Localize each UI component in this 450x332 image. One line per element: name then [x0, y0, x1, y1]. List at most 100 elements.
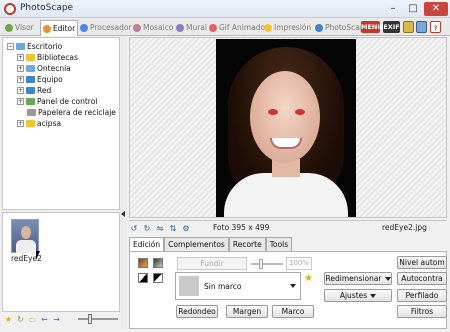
open-folder-icon[interactable]: ▭	[28, 315, 37, 324]
tab-label: Mosaico	[143, 23, 174, 32]
opacity-value[interactable]: 100%	[286, 257, 312, 270]
tree-item-equipo[interactable]: + Equipo	[17, 74, 63, 84]
expand-icon[interactable]: +	[17, 53, 24, 61]
main-tabs: Visor Editor Procesador Mosaico Mural Gi…	[0, 18, 450, 36]
tree-label: Equipo	[37, 74, 63, 84]
chevron-down-icon[interactable]	[290, 284, 296, 288]
dropdown-caret-icon	[384, 277, 391, 281]
frame-preview	[179, 276, 199, 296]
library-icon	[26, 53, 35, 61]
filtros-button[interactable]: Filtros	[397, 305, 447, 318]
expand-icon[interactable]: +	[17, 119, 24, 127]
thumbnail-face	[21, 226, 31, 239]
opacity-knob[interactable]	[259, 259, 263, 269]
expand-icon[interactable]: +	[17, 64, 24, 72]
invert-swatch-icon[interactable]	[153, 273, 163, 283]
tree-item-root[interactable]: − Escritorio	[7, 41, 62, 51]
star-icon[interactable]: ★	[4, 315, 13, 324]
flip-icon[interactable]: ⇋	[155, 224, 165, 234]
tab-editor[interactable]: Editor	[40, 20, 79, 36]
help-icon[interactable]: ?	[430, 21, 441, 33]
thumbnail-size-slider[interactable]	[78, 314, 118, 324]
fundir-button[interactable]: Fundir	[177, 257, 247, 270]
tab-impresion[interactable]: Impresión	[262, 20, 313, 35]
settings-icon[interactable]: ⚙	[181, 224, 191, 234]
tab-procesador[interactable]: Procesador	[78, 20, 134, 35]
ajustes-button[interactable]: Ajustes	[324, 289, 392, 302]
tab-mural[interactable]: Mural	[174, 20, 209, 35]
contrast-swatch-icon[interactable]	[138, 273, 148, 283]
title-bar: PhotoScape – □ ✕	[0, 0, 450, 18]
view-toolbar: ↺ ↻ ⇋ ⇅ ⚙	[129, 222, 191, 235]
slider-knob[interactable]	[88, 314, 92, 324]
tab-complementos[interactable]: Complementos	[164, 237, 229, 252]
zoom-icon[interactable]: ⇅	[168, 224, 178, 234]
thumbnail-toolbar: ★ ↻ ▭ ← →	[4, 312, 61, 326]
monitor-icon[interactable]	[416, 21, 427, 33]
gif-icon	[209, 23, 217, 32]
exif-button[interactable]: EXIF	[383, 21, 400, 33]
folder-tree[interactable]: − Escritorio + Bibliotecas + Ontecnia + …	[2, 37, 120, 210]
tree-item-panel-de-control[interactable]: + Panel de control	[17, 96, 97, 106]
folder-icon[interactable]	[403, 21, 414, 33]
margen-button[interactable]: Margen	[226, 305, 268, 318]
tree-label: Panel de control	[37, 96, 98, 106]
expand-icon[interactable]: +	[17, 75, 24, 83]
gray-swatch-icon[interactable]	[153, 258, 163, 268]
tab-tools[interactable]: Tools	[265, 237, 293, 252]
redondeo-button[interactable]: Redondeo	[176, 305, 218, 318]
tab-recorte[interactable]: Recorte	[228, 237, 266, 252]
tree-item-papelera[interactable]: Papelera de reciclaje	[27, 107, 116, 117]
tree-item-red[interactable]: + Red	[17, 85, 51, 95]
photo-shirt	[224, 173, 348, 217]
perfilado-button[interactable]: Perfilado	[397, 289, 447, 302]
network-icon	[26, 86, 35, 94]
close-button[interactable]: ✕	[424, 2, 448, 16]
back-arrow-icon[interactable]: ←	[40, 315, 49, 324]
tab-gif-animado[interactable]: Gif Animado	[207, 20, 267, 35]
mosaico-icon	[133, 23, 141, 32]
mural-icon	[176, 23, 184, 32]
tab-label: Editor	[53, 24, 76, 33]
tree-item-ontecnia[interactable]: + Ontecnia	[17, 63, 71, 73]
color-swatch-icon[interactable]	[138, 258, 148, 268]
expand-icon[interactable]: +	[17, 97, 24, 105]
tree-item-acipsa[interactable]: + acipsa	[17, 118, 61, 128]
redimensionar-label: Redimensionar	[325, 274, 382, 283]
rotate-left-icon[interactable]: ↺	[129, 224, 139, 234]
tab-label: Visor	[15, 23, 34, 32]
tree-label: Ontecnia	[37, 63, 71, 73]
opacity-slider[interactable]	[251, 259, 283, 269]
visor-icon	[5, 23, 13, 32]
frame-selector[interactable]: Sin marco	[175, 272, 301, 300]
tab-label: Mural	[186, 23, 207, 32]
photo-filename: redEye2.jpg	[382, 223, 427, 232]
tree-item-bibliotecas[interactable]: + Bibliotecas	[17, 52, 78, 62]
tab-edicion[interactable]: Edición	[129, 237, 165, 252]
marco-button[interactable]: Marco	[272, 305, 314, 318]
edited-photo[interactable]	[216, 39, 356, 217]
collapse-arrow-icon[interactable]	[121, 211, 125, 217]
tab-label: Procesador	[90, 23, 132, 32]
tab-mosaico[interactable]: Mosaico	[131, 20, 175, 35]
thumbnail-image[interactable]	[11, 219, 39, 253]
nivel-auto-button[interactable]: Nivel autom	[397, 256, 447, 269]
minimize-button[interactable]: –	[384, 2, 402, 16]
favorite-star-icon[interactable]: ★	[304, 273, 313, 284]
expand-icon[interactable]: +	[17, 86, 24, 94]
maximize-button[interactable]: □	[404, 2, 422, 16]
redimensionar-button[interactable]: Redimensionar	[324, 272, 392, 285]
refresh-icon[interactable]: ↻	[16, 315, 25, 324]
thumbnail-panel: redEye2	[2, 212, 120, 312]
frame-label: Sin marco	[204, 282, 242, 291]
tab-visor[interactable]: Visor	[3, 20, 36, 35]
control-panel-icon	[26, 97, 35, 105]
panel-splitter[interactable]	[120, 37, 127, 329]
collapse-icon[interactable]: −	[7, 42, 14, 50]
photo-dimensions: Foto 395 x 499	[213, 223, 270, 232]
autocontraste-button[interactable]: Autocontra	[397, 272, 447, 285]
menu-button[interactable]: MENU	[361, 21, 383, 33]
forward-arrow-icon[interactable]: →	[52, 315, 61, 324]
ajustes-label: Ajustes	[339, 291, 368, 300]
rotate-right-icon[interactable]: ↻	[142, 224, 152, 234]
